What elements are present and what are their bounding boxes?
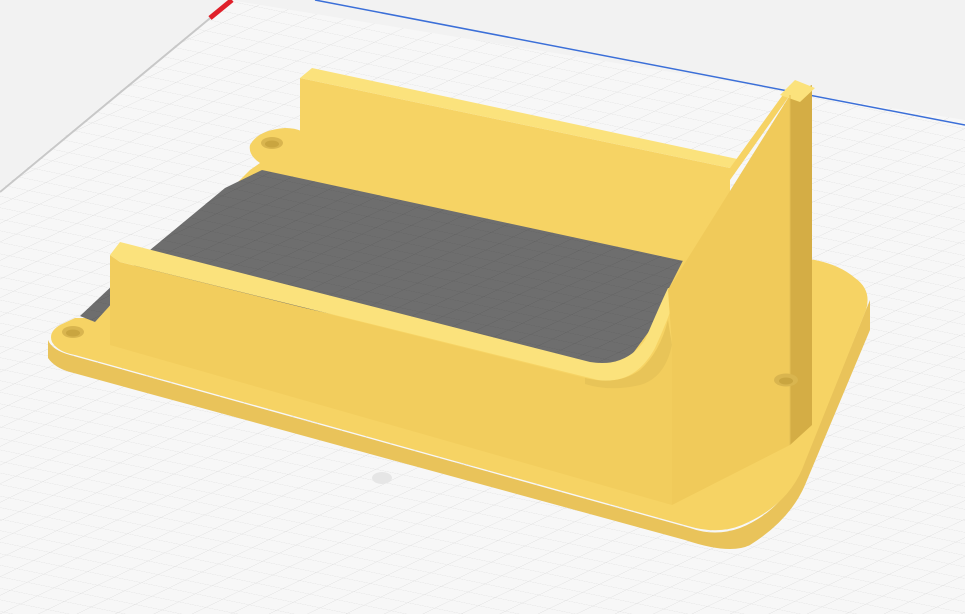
right-wall-side (790, 85, 812, 445)
mount-hole-back-left-inner (265, 140, 279, 148)
mount-hole-front-left-inner (66, 329, 80, 337)
mount-hole-right-inner (779, 377, 793, 385)
3d-viewport[interactable] (0, 0, 965, 614)
plate-marker (372, 472, 392, 484)
viewport-canvas[interactable] (0, 0, 965, 614)
